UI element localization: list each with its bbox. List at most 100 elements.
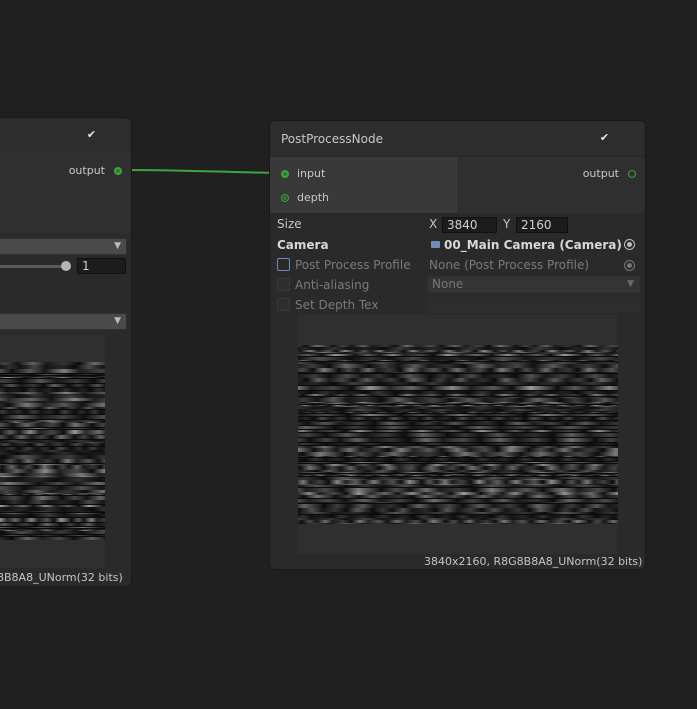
noise-streak bbox=[298, 414, 618, 416]
noise-streak bbox=[298, 456, 618, 457]
post-process-node-title-bar[interactable]: PostProcessNode ✔ bbox=[270, 121, 645, 155]
noise-streak bbox=[0, 500, 105, 504]
noise-streak bbox=[0, 415, 105, 419]
noise-streak bbox=[298, 523, 618, 524]
input-port-dot[interactable] bbox=[281, 170, 289, 178]
noise-streak bbox=[0, 482, 105, 485]
noise-streak bbox=[298, 422, 618, 425]
left-node-ports: output bbox=[0, 152, 131, 234]
left-node-preview-image bbox=[0, 362, 105, 540]
size-x-field[interactable]: 3840 bbox=[442, 217, 497, 233]
noise-streak bbox=[298, 502, 618, 503]
noise-streak bbox=[0, 514, 105, 517]
left-node-output-port-label: output bbox=[68, 164, 105, 177]
noise-streak bbox=[0, 459, 105, 463]
chevron-down-icon: ▼ bbox=[627, 279, 634, 289]
left-node-slider-track[interactable] bbox=[0, 265, 67, 268]
camera-icon bbox=[431, 241, 440, 248]
noise-streak bbox=[0, 523, 105, 526]
noise-streak bbox=[298, 382, 618, 385]
noise-streak bbox=[298, 354, 618, 356]
noise-streak bbox=[0, 494, 105, 495]
input-port-label[interactable]: input bbox=[297, 166, 325, 182]
noise-streak bbox=[298, 403, 618, 404]
preview-footer-info: 3840x2160, R8G8B8A8_UNorm(32 bits) bbox=[424, 555, 643, 568]
noise-streak bbox=[0, 511, 105, 512]
noise-streak bbox=[0, 428, 105, 429]
noise-streak bbox=[0, 435, 105, 439]
set-depth-tex-checkbox[interactable] bbox=[277, 298, 290, 311]
camera-label: Camera bbox=[277, 238, 329, 252]
noise-streak bbox=[298, 438, 618, 442]
noise-streak bbox=[0, 518, 105, 522]
camera-field[interactable]: 00_Main Camera (Camera) bbox=[427, 237, 639, 253]
size-y-label: Y bbox=[503, 217, 511, 231]
noise-streak bbox=[0, 531, 105, 534]
camera-value: 00_Main Camera (Camera) bbox=[444, 238, 622, 252]
post-process-profile-value[interactable]: None (Post Process Profile) bbox=[429, 258, 589, 272]
noise-streak bbox=[298, 386, 618, 390]
left-node-footer-info: 8B8A8_UNorm(32 bits) bbox=[0, 571, 123, 584]
noise-streak bbox=[298, 458, 618, 461]
noise-streak bbox=[298, 426, 618, 429]
noise-streak bbox=[298, 443, 618, 445]
preview-image bbox=[298, 345, 618, 524]
noise-streak bbox=[0, 374, 105, 375]
noise-streak bbox=[298, 372, 618, 373]
left-node-output-port[interactable] bbox=[114, 167, 122, 175]
noise-streak bbox=[0, 384, 105, 387]
node-title: PostProcessNode bbox=[281, 132, 383, 146]
left-node[interactable]: ✔ output ▼ 1 ▼ 8B8A8_UNorm(32 bits) bbox=[0, 117, 132, 587]
output-port-dot[interactable] bbox=[628, 170, 636, 178]
noise-streak bbox=[298, 412, 618, 413]
post-process-node[interactable]: PostProcessNode ✔ input depth output Siz… bbox=[269, 120, 646, 570]
size-y-field[interactable]: 2160 bbox=[516, 217, 568, 233]
node-enable-toggle[interactable]: ✔ bbox=[598, 131, 611, 144]
anti-aliasing-label: Anti-aliasing bbox=[295, 278, 370, 292]
noise-streak bbox=[0, 369, 105, 373]
left-node-dropdown-1[interactable]: ▼ bbox=[0, 238, 127, 255]
noise-streak bbox=[298, 472, 618, 473]
noise-streak bbox=[298, 485, 618, 487]
noise-streak bbox=[298, 475, 618, 476]
anti-aliasing-checkbox[interactable] bbox=[277, 278, 290, 291]
noise-streak bbox=[298, 495, 618, 498]
preview-frame bbox=[298, 315, 618, 554]
port-area: input depth output bbox=[270, 157, 645, 213]
output-ports: output bbox=[457, 157, 645, 213]
left-node-preview-frame bbox=[0, 334, 105, 568]
camera-object-picker-icon[interactable] bbox=[624, 239, 635, 250]
noise-streak bbox=[298, 417, 618, 420]
post-process-profile-label: Post Process Profile bbox=[295, 258, 411, 272]
noise-streak bbox=[298, 433, 618, 437]
noise-streak bbox=[0, 377, 105, 378]
noise-streak bbox=[0, 410, 105, 414]
input-ports: input depth bbox=[270, 157, 456, 213]
left-node-slider-value[interactable]: 1 bbox=[77, 258, 126, 274]
noise-streak bbox=[0, 443, 105, 446]
noise-streak bbox=[0, 527, 105, 528]
noise-streak bbox=[0, 407, 105, 409]
post-process-profile-checkbox[interactable] bbox=[277, 258, 290, 271]
anti-aliasing-dropdown[interactable]: None ▼ bbox=[427, 276, 640, 293]
set-depth-tex-field bbox=[427, 297, 640, 313]
anti-aliasing-value: None bbox=[432, 277, 464, 291]
depth-port-dot[interactable] bbox=[281, 194, 289, 202]
noise-streak bbox=[0, 379, 105, 383]
noise-streak bbox=[0, 537, 105, 540]
left-node-slider-knob[interactable] bbox=[61, 261, 71, 271]
size-x-label: X bbox=[429, 217, 438, 231]
post-process-profile-picker-icon[interactable] bbox=[624, 260, 635, 271]
left-node-enable-toggle[interactable]: ✔ bbox=[85, 128, 98, 141]
noise-streak bbox=[298, 430, 618, 432]
set-depth-tex-label: Set Depth Tex bbox=[295, 298, 379, 312]
noise-streak bbox=[0, 535, 105, 536]
chevron-down-icon: ▼ bbox=[114, 316, 121, 326]
left-node-dropdown-2[interactable]: ▼ bbox=[0, 313, 127, 330]
depth-port-label[interactable]: depth bbox=[297, 190, 329, 206]
size-label: Size bbox=[277, 217, 302, 231]
noise-streak bbox=[298, 462, 618, 463]
output-port-label[interactable]: output bbox=[583, 166, 619, 182]
left-node-title-bar[interactable]: ✔ bbox=[0, 118, 131, 152]
noise-streak bbox=[0, 423, 105, 427]
